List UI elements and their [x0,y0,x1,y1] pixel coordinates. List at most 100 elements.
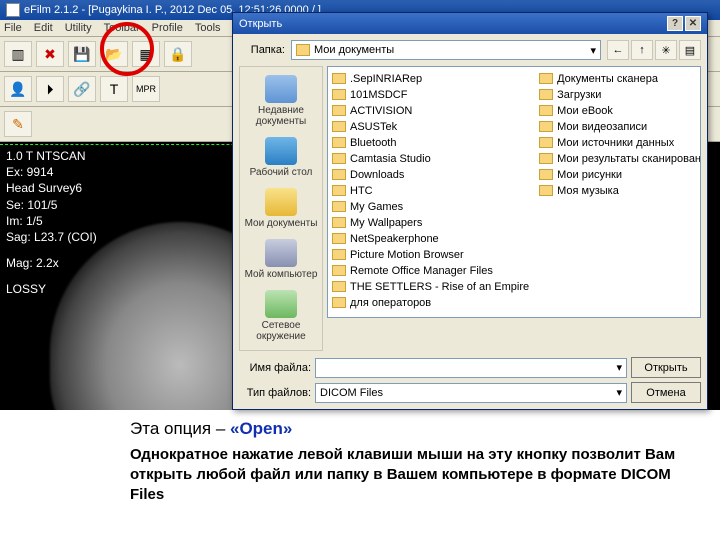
tool-lock-icon[interactable]: 🔒 [164,41,192,67]
tool-hanging-icon[interactable]: 👤 [4,76,32,102]
list-item[interactable]: Мои результаты сканирования [539,151,701,166]
folder-icon [332,105,346,116]
list-item[interactable]: My Wallpapers [332,215,529,230]
list-item[interactable]: Bluetooth [332,135,529,150]
file-label: Camtasia Studio [350,153,431,165]
tool-close-icon[interactable]: ✖ [36,41,64,67]
list-item[interactable]: ASUSTek [332,119,529,134]
list-item[interactable]: Моя музыка [539,183,701,198]
nav-newfolder-icon[interactable]: ✳ [655,40,677,60]
place-label: Мои документы [245,218,318,229]
documents-icon [265,188,297,216]
file-label: NetSpeakerphone [350,233,439,245]
folder-icon [332,169,346,180]
tool-db-icon[interactable]: ▥ [4,41,32,67]
annotation-heading-prefix: Эта опция – [130,419,230,438]
tool-grid-icon[interactable]: ▦ [132,41,160,67]
file-label: Мои рисунки [557,169,622,181]
lookin-label: Папка: [239,44,285,56]
scan-line: Im: 1/5 [6,213,97,229]
filetype-dropdown[interactable]: DICOM Files▾ [315,383,627,403]
folder-icon [332,137,346,148]
folder-icon [332,153,346,164]
place-label: Недавние документы [242,105,320,127]
list-item[interactable]: для операторов [332,295,529,310]
lookin-value: Мои документы [314,44,394,56]
list-item[interactable]: THE SETTLERS - Rise of an Empire [332,279,529,294]
folder-icon [539,137,553,148]
tool-text-icon[interactable]: T [100,76,128,102]
menu-file[interactable]: File [4,22,22,34]
file-label: 101MSDCF [350,89,407,101]
list-item[interactable]: Downloads [332,167,529,182]
menu-tools[interactable]: Tools [195,22,221,34]
folder-icon [332,89,346,100]
list-item[interactable]: 101MSDCF [332,87,529,102]
list-item[interactable]: HTC [332,183,529,198]
filename-input[interactable]: ▾ [315,358,627,378]
folder-icon [332,121,346,132]
scan-line: Head Survey6 [6,180,97,196]
list-item[interactable]: Документы сканера [539,71,701,86]
list-item[interactable]: Picture Motion Browser [332,247,529,262]
file-label: Загрузки [557,89,601,101]
file-label: Remote Office Manager Files [350,265,493,277]
filename-label: Имя файла: [239,362,311,374]
tool-link-icon[interactable]: 🔗 [68,76,96,102]
list-item[interactable]: Мои eBook [539,103,701,118]
app-icon [6,3,20,17]
folder-icon [539,121,553,132]
place-docs[interactable]: Мои документы [240,184,322,233]
list-item[interactable]: NetSpeakerphone [332,231,529,246]
place-recent[interactable]: Недавние документы [240,71,322,131]
dialog-title: Открыть [239,18,282,30]
computer-icon [265,239,297,267]
file-label: Мои источники данных [557,137,674,149]
tool-cine-icon[interactable]: ⏵ [36,76,64,102]
lookin-dropdown[interactable]: Мои документы ▾ [291,40,601,60]
file-label: HTC [350,185,373,197]
chevron-down-icon: ▾ [616,361,622,374]
annotation-text: Эта опция – «Open» Однократное нажатие л… [0,410,720,514]
list-item[interactable]: .SepINRIARep [332,71,529,86]
tool-draw-icon[interactable]: ✎ [4,111,32,137]
list-item[interactable]: My Games [332,199,529,214]
list-item[interactable]: ACTIVISION [332,103,529,118]
list-item[interactable]: Remote Office Manager Files [332,263,529,278]
place-computer[interactable]: Мой компьютер [240,235,322,284]
file-label: ACTIVISION [350,105,412,117]
annotation-heading-emph: «Open» [230,419,292,438]
menu-edit[interactable]: Edit [34,22,53,34]
nav-up-icon[interactable]: ↑ [631,40,653,60]
tool-mpr-icon[interactable]: MPR [132,76,160,102]
file-label: для операторов [350,297,431,309]
list-item[interactable]: Мои рисунки [539,167,701,182]
menu-utility[interactable]: Utility [65,22,92,34]
nav-back-icon[interactable]: ← [607,40,629,60]
tool-save-icon[interactable]: 💾 [68,41,96,67]
file-label: Моя музыка [557,185,619,197]
place-desktop[interactable]: Рабочий стол [240,133,322,182]
tool-open-icon[interactable]: 📂 [100,41,128,67]
file-label: Downloads [350,169,404,181]
desktop-icon [265,137,297,165]
dialog-close-icon[interactable]: ✕ [685,16,701,31]
list-item[interactable]: Загрузки [539,87,701,102]
file-list[interactable]: .SepINRIARep 101MSDCF ACTIVISION ASUSTek Blu… [327,66,701,318]
place-network[interactable]: Сетевое окружение [240,286,322,346]
place-label: Мой компьютер [245,269,318,280]
scan-line: Se: 101/5 [6,197,97,213]
list-item[interactable]: Мои источники данных [539,135,701,150]
dialog-titlebar[interactable]: Открыть ? ✕ [233,13,707,34]
menu-toolbar[interactable]: Toolbar [104,22,140,34]
dialog-help-icon[interactable]: ? [667,16,683,31]
open-dialog: Открыть ? ✕ Папка: Мои документы ▾ ← ↑ ✳… [232,12,708,410]
list-item[interactable]: Camtasia Studio [332,151,529,166]
list-item[interactable]: Мои видеозаписи [539,119,701,134]
cancel-button[interactable]: Отмена [631,382,701,403]
scan-line: Ex: 9914 [6,164,97,180]
file-label: Bluetooth [350,137,396,149]
menu-profile[interactable]: Profile [152,22,183,34]
open-button[interactable]: Открыть [631,357,701,378]
nav-views-icon[interactable]: ▤ [679,40,701,60]
